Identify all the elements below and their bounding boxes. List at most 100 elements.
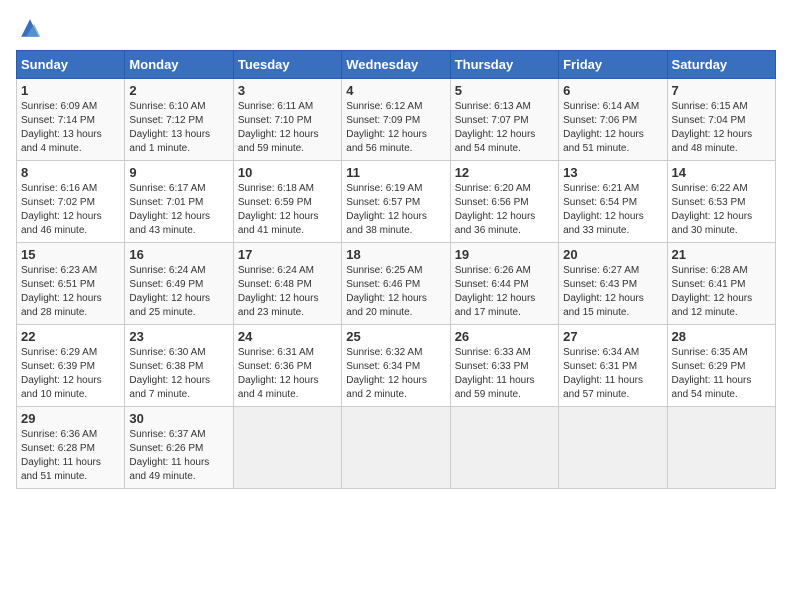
calendar-cell: 3 Sunrise: 6:11 AMSunset: 7:10 PMDaylight… xyxy=(233,79,341,161)
day-number: 3 xyxy=(238,83,337,98)
day-number: 5 xyxy=(455,83,554,98)
day-number: 21 xyxy=(672,247,771,262)
weekday-header: Friday xyxy=(559,51,667,79)
day-number: 24 xyxy=(238,329,337,344)
day-info: Sunrise: 6:21 AMSunset: 6:54 PMDaylight:… xyxy=(563,182,662,238)
day-info: Sunrise: 6:11 AMSunset: 7:10 PMDaylight:… xyxy=(238,100,337,156)
day-info: Sunrise: 6:09 AMSunset: 7:14 PMDaylight:… xyxy=(21,100,120,156)
calendar-cell: 6 Sunrise: 6:14 AMSunset: 7:06 PMDaylight… xyxy=(559,79,667,161)
day-number: 25 xyxy=(346,329,445,344)
day-number: 22 xyxy=(21,329,120,344)
day-info: Sunrise: 6:33 AMSunset: 6:33 PMDaylight:… xyxy=(455,346,554,402)
day-info: Sunrise: 6:30 AMSunset: 6:38 PMDaylight:… xyxy=(129,346,228,402)
day-info: Sunrise: 6:10 AMSunset: 7:12 PMDaylight:… xyxy=(129,100,228,156)
day-number: 15 xyxy=(21,247,120,262)
calendar-cell: 12 Sunrise: 6:20 AMSunset: 6:56 PMDayligh… xyxy=(450,161,558,243)
day-number: 17 xyxy=(238,247,337,262)
day-info: Sunrise: 6:26 AMSunset: 6:44 PMDaylight:… xyxy=(455,264,554,320)
weekday-header: Monday xyxy=(125,51,233,79)
calendar-cell: 18Sunrise: 6:25 AMSunset: 6:46 PMDayligh… xyxy=(342,243,450,325)
day-info: Sunrise: 6:24 AMSunset: 6:48 PMDaylight:… xyxy=(238,264,337,320)
calendar-week-row: 1 Sunrise: 6:09 AMSunset: 7:14 PMDaylight… xyxy=(17,79,776,161)
calendar-cell: 8 Sunrise: 6:16 AMSunset: 7:02 PMDaylight… xyxy=(17,161,125,243)
day-info: Sunrise: 6:32 AMSunset: 6:34 PMDaylight:… xyxy=(346,346,445,402)
day-info: Sunrise: 6:37 AMSunset: 6:26 PMDaylight:… xyxy=(129,428,228,484)
day-number: 29 xyxy=(21,411,120,426)
day-number: 20 xyxy=(563,247,662,262)
calendar-cell: 14 Sunrise: 6:22 AMSunset: 6:53 PMDayligh… xyxy=(667,161,775,243)
page-header xyxy=(16,16,776,40)
day-number: 27 xyxy=(563,329,662,344)
calendar-cell: 19 Sunrise: 6:26 AMSunset: 6:44 PMDayligh… xyxy=(450,243,558,325)
calendar-cell: 5 Sunrise: 6:13 AMSunset: 7:07 PMDaylight… xyxy=(450,79,558,161)
day-number: 30 xyxy=(129,411,228,426)
calendar-cell: 23Sunrise: 6:30 AMSunset: 6:38 PMDayligh… xyxy=(125,325,233,407)
day-info: Sunrise: 6:22 AMSunset: 6:53 PMDaylight:… xyxy=(672,182,771,238)
day-number: 9 xyxy=(129,165,228,180)
day-info: Sunrise: 6:13 AMSunset: 7:07 PMDaylight:… xyxy=(455,100,554,156)
logo-icon xyxy=(18,16,42,40)
day-info: Sunrise: 6:18 AMSunset: 6:59 PMDaylight:… xyxy=(238,182,337,238)
calendar-cell: 28 Sunrise: 6:35 AMSunset: 6:29 PMDayligh… xyxy=(667,325,775,407)
day-info: Sunrise: 6:34 AMSunset: 6:31 PMDaylight:… xyxy=(563,346,662,402)
calendar-cell: 4 Sunrise: 6:12 AMSunset: 7:09 PMDaylight… xyxy=(342,79,450,161)
calendar-cell: 11Sunrise: 6:19 AMSunset: 6:57 PMDayligh… xyxy=(342,161,450,243)
calendar-cell: 17 Sunrise: 6:24 AMSunset: 6:48 PMDayligh… xyxy=(233,243,341,325)
weekday-header: Thursday xyxy=(450,51,558,79)
day-number: 6 xyxy=(563,83,662,98)
day-number: 13 xyxy=(563,165,662,180)
weekday-header: Wednesday xyxy=(342,51,450,79)
calendar-cell: 21 Sunrise: 6:28 AMSunset: 6:41 PMDayligh… xyxy=(667,243,775,325)
day-number: 14 xyxy=(672,165,771,180)
day-info: Sunrise: 6:12 AMSunset: 7:09 PMDaylight:… xyxy=(346,100,445,156)
calendar-cell xyxy=(667,407,775,489)
calendar-table: SundayMondayTuesdayWednesdayThursdayFrid… xyxy=(16,50,776,489)
calendar-header-row: SundayMondayTuesdayWednesdayThursdayFrid… xyxy=(17,51,776,79)
day-number: 28 xyxy=(672,329,771,344)
day-number: 11 xyxy=(346,165,445,180)
day-info: Sunrise: 6:16 AMSunset: 7:02 PMDaylight:… xyxy=(21,182,120,238)
day-info: Sunrise: 6:17 AMSunset: 7:01 PMDaylight:… xyxy=(129,182,228,238)
day-number: 10 xyxy=(238,165,337,180)
calendar-cell: 24 Sunrise: 6:31 AMSunset: 6:36 PMDayligh… xyxy=(233,325,341,407)
calendar-week-row: 29Sunrise: 6:36 AMSunset: 6:28 PMDayligh… xyxy=(17,407,776,489)
weekday-header: Saturday xyxy=(667,51,775,79)
day-number: 16 xyxy=(129,247,228,262)
day-info: Sunrise: 6:15 AMSunset: 7:04 PMDaylight:… xyxy=(672,100,771,156)
calendar-cell: 26 Sunrise: 6:33 AMSunset: 6:33 PMDayligh… xyxy=(450,325,558,407)
day-info: Sunrise: 6:23 AMSunset: 6:51 PMDaylight:… xyxy=(21,264,120,320)
calendar-cell: 25 Sunrise: 6:32 AMSunset: 6:34 PMDayligh… xyxy=(342,325,450,407)
day-number: 12 xyxy=(455,165,554,180)
calendar-cell: 30 Sunrise: 6:37 AMSunset: 6:26 PMDayligh… xyxy=(125,407,233,489)
day-info: Sunrise: 6:27 AMSunset: 6:43 PMDaylight:… xyxy=(563,264,662,320)
logo xyxy=(16,16,42,40)
calendar-cell: 29Sunrise: 6:36 AMSunset: 6:28 PMDayligh… xyxy=(17,407,125,489)
day-info: Sunrise: 6:31 AMSunset: 6:36 PMDaylight:… xyxy=(238,346,337,402)
calendar-cell: 9 Sunrise: 6:17 AMSunset: 7:01 PMDaylight… xyxy=(125,161,233,243)
day-info: Sunrise: 6:20 AMSunset: 6:56 PMDaylight:… xyxy=(455,182,554,238)
calendar-cell xyxy=(342,407,450,489)
day-info: Sunrise: 6:35 AMSunset: 6:29 PMDaylight:… xyxy=(672,346,771,402)
day-number: 8 xyxy=(21,165,120,180)
calendar-cell xyxy=(559,407,667,489)
calendar-cell: 20 Sunrise: 6:27 AMSunset: 6:43 PMDayligh… xyxy=(559,243,667,325)
calendar-cell: 15 Sunrise: 6:23 AMSunset: 6:51 PMDayligh… xyxy=(17,243,125,325)
weekday-header: Tuesday xyxy=(233,51,341,79)
calendar-cell: 10 Sunrise: 6:18 AMSunset: 6:59 PMDayligh… xyxy=(233,161,341,243)
day-number: 19 xyxy=(455,247,554,262)
day-info: Sunrise: 6:14 AMSunset: 7:06 PMDaylight:… xyxy=(563,100,662,156)
calendar-week-row: 15 Sunrise: 6:23 AMSunset: 6:51 PMDayligh… xyxy=(17,243,776,325)
calendar-week-row: 22Sunrise: 6:29 AMSunset: 6:39 PMDayligh… xyxy=(17,325,776,407)
calendar-cell: 13 Sunrise: 6:21 AMSunset: 6:54 PMDayligh… xyxy=(559,161,667,243)
day-info: Sunrise: 6:24 AMSunset: 6:49 PMDaylight:… xyxy=(129,264,228,320)
day-number: 4 xyxy=(346,83,445,98)
calendar-cell: 7Sunrise: 6:15 AMSunset: 7:04 PMDaylight… xyxy=(667,79,775,161)
day-info: Sunrise: 6:28 AMSunset: 6:41 PMDaylight:… xyxy=(672,264,771,320)
day-number: 1 xyxy=(21,83,120,98)
calendar-cell: 2 Sunrise: 6:10 AMSunset: 7:12 PMDaylight… xyxy=(125,79,233,161)
day-number: 2 xyxy=(129,83,228,98)
day-number: 26 xyxy=(455,329,554,344)
calendar-cell: 1 Sunrise: 6:09 AMSunset: 7:14 PMDaylight… xyxy=(17,79,125,161)
day-number: 18 xyxy=(346,247,445,262)
calendar-cell xyxy=(233,407,341,489)
